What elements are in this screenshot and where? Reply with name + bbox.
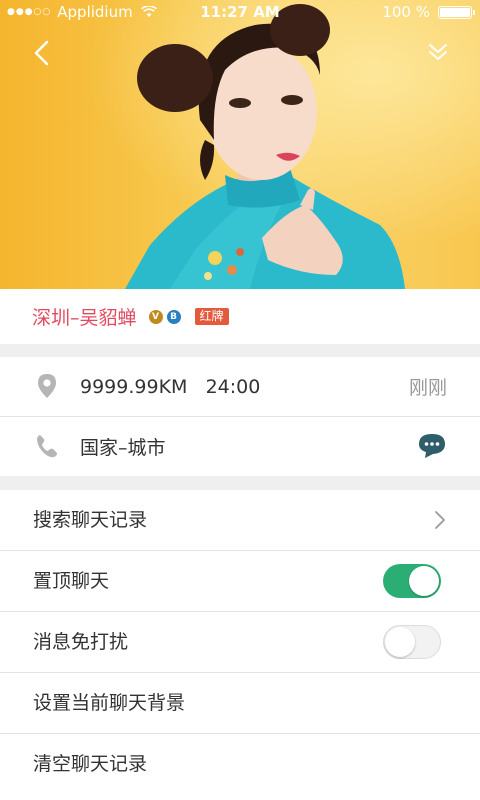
setting-pin-chat: 置顶聊天 <box>0 551 480 611</box>
battery-percent: 100 % <box>382 3 430 21</box>
setting-label: 设置当前聊天背景 <box>33 692 186 714</box>
toggle-knob <box>409 566 439 596</box>
duration-value: 24:00 <box>205 375 261 398</box>
distance-row: 9999.99KM 24:00 刚刚 <box>0 357 480 416</box>
chevron-right-icon <box>435 511 445 529</box>
b-badge: B <box>166 309 181 324</box>
status-bar: ●●●○○ Applidium 11:27 AM 100 % <box>0 0 480 24</box>
location-text: 国家–城市 <box>80 437 166 459</box>
setting-chat-background[interactable]: 设置当前聊天背景 <box>0 673 480 733</box>
chevron-left-icon[interactable] <box>28 38 58 68</box>
setting-clear-history[interactable]: 清空聊天记录 <box>0 734 480 794</box>
location-row: 国家–城市 <box>0 417 480 476</box>
setting-label: 清空聊天记录 <box>33 753 148 775</box>
phone-icon <box>37 435 57 458</box>
setting-label: 消息免打扰 <box>33 631 129 653</box>
profile-photo <box>0 0 480 289</box>
toggle-knob <box>385 627 415 657</box>
distance-value: 9999.99KM <box>80 375 188 398</box>
profile-hero: ●●●○○ Applidium 11:27 AM 100 % <box>0 0 480 289</box>
do-not-disturb-toggle[interactable] <box>383 625 441 659</box>
vip-badge: V <box>148 309 163 324</box>
settings-list: 搜索聊天记录 置顶聊天 消息免打扰 设置当前聊天背景 清空聊天记录 <box>0 490 480 800</box>
double-chevron-down-icon[interactable] <box>426 40 450 64</box>
info-card: 9999.99KM 24:00 刚刚 国家–城市 <box>0 357 480 476</box>
battery-icon <box>438 5 475 19</box>
setting-do-not-disturb: 消息免打扰 <box>0 612 480 672</box>
distance-text: 9999.99KM 24:00 <box>80 376 260 398</box>
setting-search-history[interactable]: 搜索聊天记录 <box>0 490 480 550</box>
pin-chat-toggle[interactable] <box>383 564 441 598</box>
setting-label: 搜索聊天记录 <box>33 509 148 531</box>
profile-name: 深圳–吴貂蝉 <box>32 307 137 329</box>
profile-header: 深圳–吴貂蝉 V B 红牌 <box>0 289 480 344</box>
setting-label: 置顶聊天 <box>33 570 110 592</box>
chat-bubble-icon[interactable] <box>418 433 446 459</box>
map-pin-icon <box>38 374 56 398</box>
time-ago: 刚刚 <box>408 377 447 399</box>
red-card-badge: 红牌 <box>194 308 229 325</box>
